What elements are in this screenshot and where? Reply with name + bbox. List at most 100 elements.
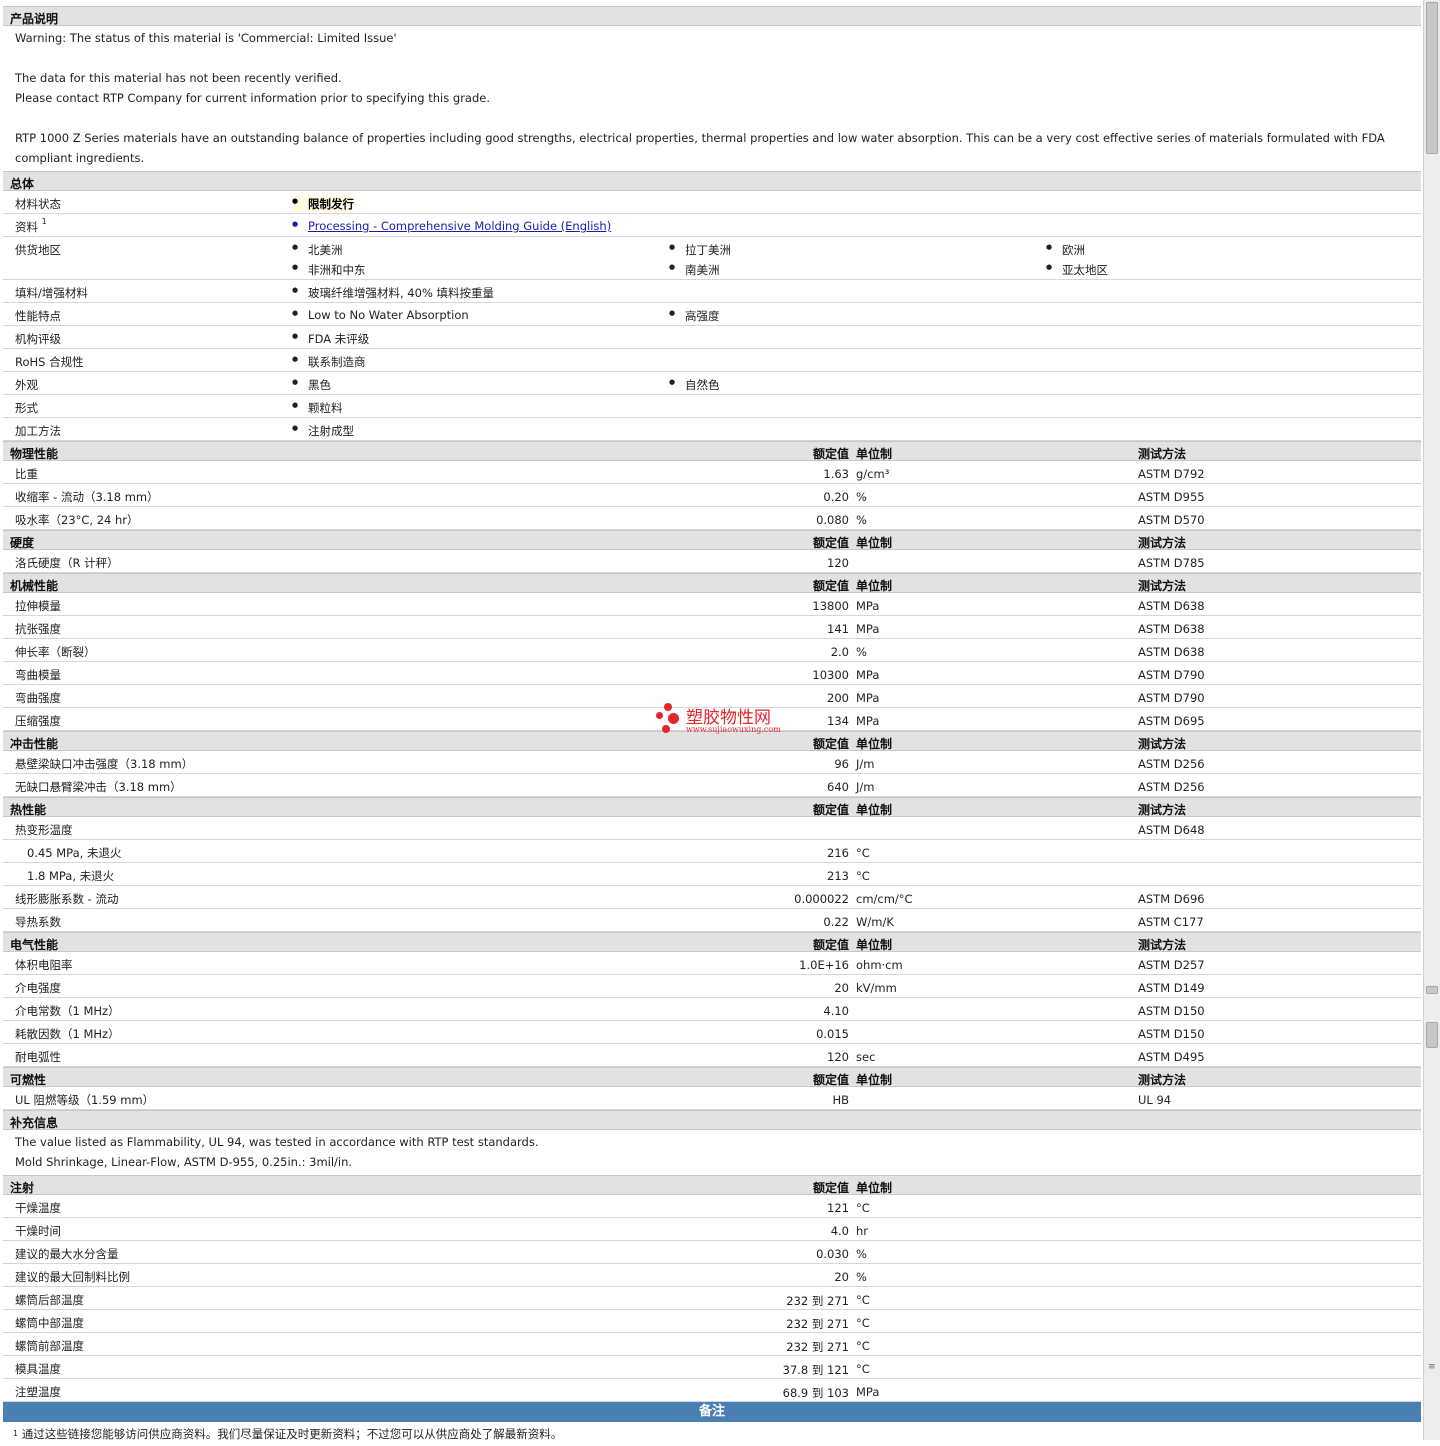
injection-value: 232 到 271 — [786, 1340, 849, 1354]
property-test-method: ASTM D150 — [1138, 1027, 1205, 1041]
property-test-method: ASTM D790 — [1138, 691, 1205, 705]
property-unit: MPa — [856, 668, 880, 682]
resource-link[interactable]: Processing - Comprehensive Molding Guide… — [292, 219, 611, 233]
section-title: 热性能 — [10, 803, 47, 817]
description-line — [15, 48, 1409, 68]
property-value: 1.63 — [823, 467, 849, 481]
description-line: Warning: The status of this material is … — [15, 31, 397, 45]
injection-row: 干燥温度 121 °C — [3, 1195, 1421, 1218]
col-header-unit: 单位制 — [856, 579, 893, 593]
bullet-item: 拉丁美洲 — [669, 242, 731, 258]
col-header-value: 额定值 — [812, 579, 849, 593]
label-text: 形式 — [15, 401, 38, 415]
property-test-method: ASTM D695 — [1138, 714, 1205, 728]
col-header-method: 测试方法 — [1138, 447, 1187, 461]
injection-unit: % — [856, 1270, 867, 1284]
property-value: HB — [832, 1093, 849, 1107]
property-label: 拉伸模量 — [15, 599, 61, 613]
property-row: 体积电阻率 1.0E+16 ohm·cm ASTM D257 — [3, 952, 1421, 975]
property-row: 线形膨胀系数 - 流动 0.000022 cm/cm/°C ASTM D696 — [3, 886, 1421, 909]
col-header-value: 额定值 — [812, 1181, 849, 1195]
property-unit: % — [856, 645, 867, 659]
col-header-unit: 单位制 — [856, 536, 893, 550]
bullet-item: 联系制造商 — [292, 354, 366, 370]
section-title: 补充信息 — [10, 1116, 59, 1130]
property-value: 0.015 — [816, 1027, 849, 1041]
property-row: 耐电弧性 120 sec ASTM D495 — [3, 1044, 1421, 1067]
injection-unit: MPa — [856, 1385, 880, 1399]
injection-row: 干燥时间 4.0 hr — [3, 1218, 1421, 1241]
col-header-method: 测试方法 — [1138, 579, 1187, 593]
col-header-unit: 单位制 — [856, 1073, 893, 1087]
injection-unit: °C — [856, 1339, 870, 1353]
general-row: 机构评级 FDA 未评级 — [3, 326, 1421, 349]
property-value: 10300 — [812, 668, 849, 682]
property-unit: W/m/K — [856, 915, 894, 929]
property-label: 洛氏硬度（R 计秤） — [15, 556, 119, 570]
bullet-item: 非洲和中东 — [292, 262, 366, 278]
injection-unit: hr — [856, 1224, 869, 1238]
property-test-method: ASTM D149 — [1138, 981, 1205, 995]
col-header-value: 额定值 — [812, 803, 849, 817]
injection-label: 注塑温度 — [15, 1385, 61, 1399]
property-unit: cm/cm/°C — [856, 892, 913, 906]
property-unit: % — [856, 513, 867, 527]
logo-dots-icon — [656, 703, 684, 735]
label-text: 供货地区 — [15, 243, 61, 257]
injection-value: 232 到 271 — [786, 1317, 849, 1331]
property-test-method: ASTM D256 — [1138, 757, 1205, 771]
property-label: 介电常数（1 MHz） — [15, 1004, 120, 1018]
footnote-ref: 1 — [41, 217, 47, 226]
general-row: 资料 1 Processing - Comprehensive Molding G… — [3, 214, 1421, 237]
description-text: Warning: The status of this material is … — [3, 26, 1421, 171]
property-label: 介电强度 — [15, 981, 61, 995]
property-label: 压缩强度 — [15, 714, 61, 728]
section-title: 电气性能 — [10, 938, 59, 952]
property-test-method: ASTM D638 — [1138, 645, 1205, 659]
scrollbar-grip-icon[interactable]: ≡ — [1428, 1362, 1436, 1372]
bullet-item: 北美洲 — [292, 242, 343, 258]
bullet-item: 限制发行 — [292, 196, 354, 212]
property-value: 120 — [827, 1050, 849, 1064]
supplement-text: The value listed as Flammability, UL 94,… — [3, 1130, 1421, 1175]
property-value: 96 — [834, 757, 849, 771]
section-header: 热性能 额定值 单位制 测试方法 — [3, 797, 1421, 817]
bullet-item: 玻璃纤维增强材料, 40% 填料按重量 — [292, 285, 494, 301]
property-unit: kV/mm — [856, 981, 897, 995]
section-header-general: 总体 — [3, 171, 1421, 191]
property-row: 导热系数 0.22 W/m/K ASTM C177 — [3, 909, 1421, 932]
property-row: 比重 1.63 g/cm³ ASTM D792 — [3, 461, 1421, 484]
bullet-item: 亚太地区 — [1046, 262, 1108, 278]
property-unit: MPa — [856, 714, 880, 728]
property-row: 洛氏硬度（R 计秤） 120 ASTM D785 — [3, 550, 1421, 573]
property-value: 0.20 — [823, 490, 849, 504]
vertical-scrollbar[interactable]: ≡ — [1423, 0, 1440, 1440]
property-label: 收缩率 - 流动（3.18 mm） — [15, 490, 159, 504]
injection-value: 20 — [834, 1270, 849, 1284]
injection-unit: °C — [856, 1293, 870, 1307]
property-label: 悬壁梁缺口冲击强度（3.18 mm） — [15, 757, 194, 771]
general-row-label: RoHS 合规性 — [15, 354, 84, 370]
property-value: 0.22 — [823, 915, 849, 929]
property-unit: sec — [856, 1050, 876, 1064]
general-row-label: 外观 — [15, 377, 38, 393]
injection-value: 0.030 — [816, 1247, 849, 1261]
scrollbar-thumb[interactable] — [1426, 2, 1438, 154]
supplement-line: Mold Shrinkage, Linear-Flow, ASTM D-955,… — [15, 1155, 353, 1169]
property-row: UL 阻燃等级（1.59 mm） HB UL 94 — [3, 1087, 1421, 1110]
property-sections: 物理性能 额定值 单位制 测试方法 比重 1.63 g/cm³ ASTM D792 收缩率 - … — [3, 441, 1421, 1110]
property-label: 导热系数 — [15, 915, 61, 929]
property-test-method: ASTM D648 — [1138, 823, 1205, 837]
property-value: 640 — [827, 780, 849, 794]
property-label: 0.45 MPa, 未退火 — [27, 846, 122, 860]
property-label: 伸长率（断裂） — [15, 645, 96, 659]
section-header: 机械性能 额定值 单位制 测试方法 — [3, 573, 1421, 593]
section-header-injection: 注射 额定值 单位制 — [3, 1175, 1421, 1195]
col-header-unit: 单位制 — [856, 447, 893, 461]
injection-label: 螺筒前部温度 — [15, 1339, 84, 1353]
notes-bar: 备注 — [3, 1402, 1421, 1422]
property-label: 无缺口悬臂梁冲击（3.18 mm） — [15, 780, 182, 794]
general-row: 加工方法 注射成型 — [3, 418, 1421, 441]
property-row: 收缩率 - 流动（3.18 mm） 0.20% ASTM D955 — [3, 484, 1421, 507]
general-row: 性能特点 Low to No Water Absorption 高强度 — [3, 303, 1421, 326]
